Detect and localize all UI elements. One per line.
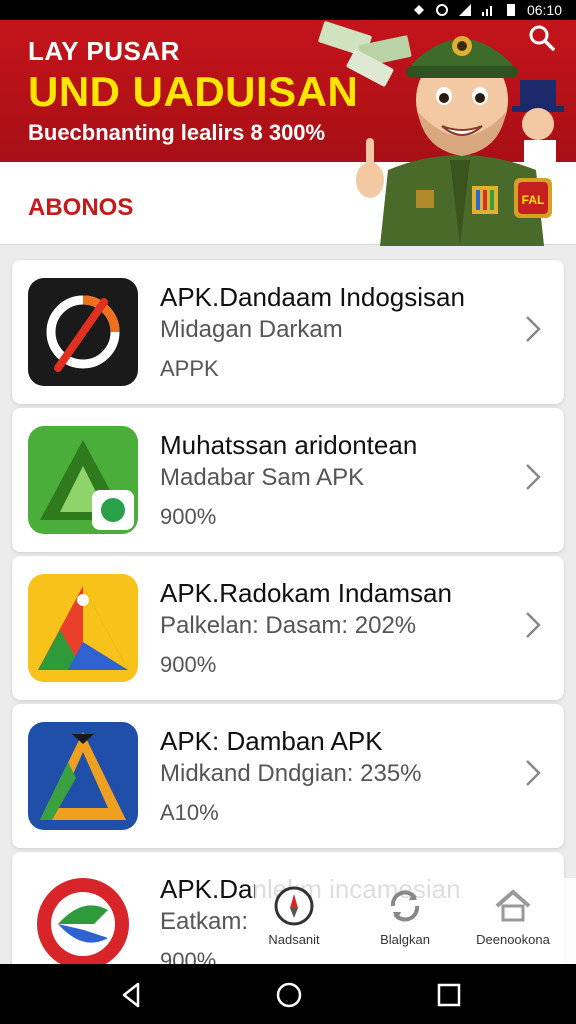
red-circle-app-icon: [28, 870, 138, 978]
mascot-soldier-illustration: FAL: [356, 36, 564, 246]
signal-icon: [481, 6, 492, 16]
dark-ring-app-icon: [28, 278, 138, 386]
notification-icon: [413, 5, 424, 15]
section-label: ABONOS: [28, 194, 134, 221]
app-title: APK: Damban APK: [160, 726, 383, 756]
chevron-right-icon: [526, 316, 541, 342]
chevron-right-icon: [526, 464, 541, 490]
sync-icon: [435, 4, 448, 16]
banner-badge-text: FAL: [522, 193, 545, 207]
system-navigation-bar: [0, 964, 576, 1024]
banner-title-line1: LAY PUSAR: [28, 36, 180, 66]
recents-icon[interactable]: [434, 980, 464, 1010]
list-item[interactable]: APK: Damban APK Midkand Dndgian: 235% A1…: [12, 704, 564, 848]
status-time: 06:10: [526, 2, 562, 18]
search-icon[interactable]: [528, 24, 556, 52]
app-title: APK.Dandaam Indogsisan: [160, 282, 465, 312]
chevron-right-icon: [526, 612, 541, 638]
banner-title-line2: UND UADUISAN: [28, 68, 359, 115]
list-item[interactable]: APK.Radokam Indamsan Palkelan: Dasam: 20…: [12, 556, 564, 700]
app-meta: APPK: [160, 356, 219, 381]
tab-label: Deenookona: [476, 932, 550, 947]
app-subtitle: Palkelan: Dasam: 202%: [160, 612, 417, 639]
green-triangle-app-icon: [28, 426, 138, 534]
status-bar: 06:10: [0, 0, 576, 20]
app-title: APK.Radokam Indamsan: [160, 578, 452, 608]
tab-nadsanit[interactable]: Nadsanit: [244, 884, 344, 947]
app-meta: A10%: [160, 800, 219, 825]
tab-label: Nadsanit: [268, 932, 320, 947]
banner-subtitle: Buecbnanting lealirs 8 300%: [28, 120, 326, 145]
blue-a-app-icon: [28, 722, 138, 830]
bottom-tab-bar: Nadsanit Blalgkan Deenookona: [255, 878, 576, 964]
refresh-icon: [390, 890, 420, 922]
app-subtitle: Midkand Dndgian: 235%: [160, 760, 422, 787]
compass-icon: [274, 886, 314, 926]
tab-label: Blalgkan: [380, 932, 430, 947]
app-title: Muhatssan aridontean: [160, 430, 418, 460]
home-icon: [495, 889, 531, 922]
app-meta: 900%: [160, 504, 217, 529]
wifi-icon: [458, 4, 471, 16]
app-subtitle: Midagan Darkam: [160, 316, 343, 343]
tab-deenookona[interactable]: Deenookona: [463, 884, 563, 947]
list-item[interactable]: APK.Dandaam Indogsisan Midagan Darkam AP…: [12, 260, 564, 404]
app-meta: 900%: [160, 652, 217, 677]
tab-blalgkan[interactable]: Blalgkan: [355, 884, 455, 947]
app-subtitle: Madabar Sam APK: [160, 464, 365, 491]
battery-icon: [506, 4, 515, 16]
home-nav-icon[interactable]: [274, 980, 304, 1010]
app-subtitle: Eatkam:: [160, 908, 249, 935]
back-icon[interactable]: [116, 980, 146, 1010]
list-item[interactable]: Muhatssan aridontean Madabar Sam APK 900…: [12, 408, 564, 552]
chevron-right-icon: [526, 760, 541, 786]
multicolor-triangle-app-icon: [28, 574, 138, 682]
